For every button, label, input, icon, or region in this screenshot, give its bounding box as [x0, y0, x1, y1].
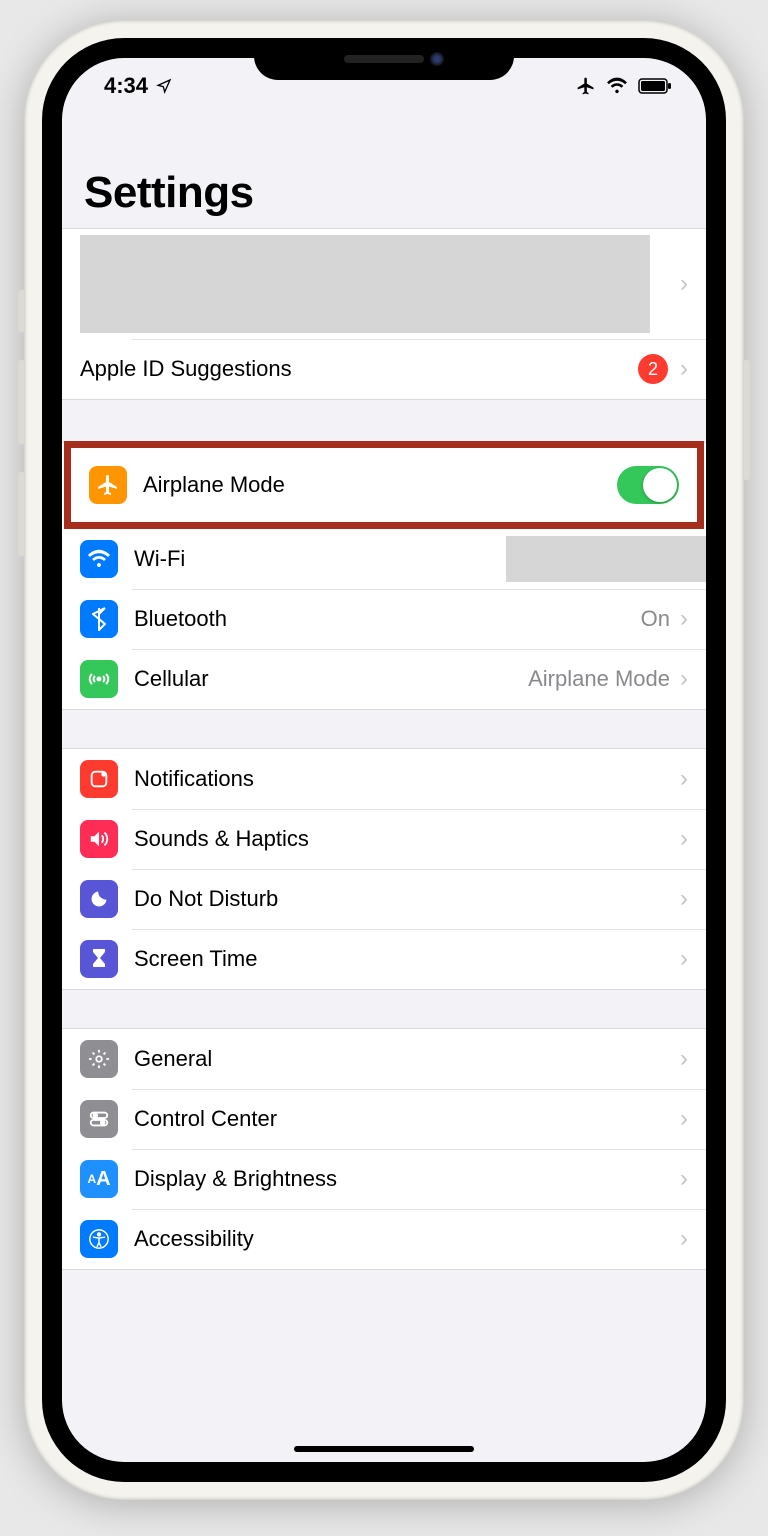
system-group: General › Control Center › AA Display & …: [62, 1028, 706, 1270]
accessibility-icon: [80, 1220, 118, 1258]
sounds-icon: [80, 820, 118, 858]
chevron-icon: ›: [680, 270, 688, 298]
profile-row[interactable]: ›: [62, 229, 706, 339]
chevron-icon: ›: [680, 605, 688, 633]
cellular-row[interactable]: Cellular Airplane Mode ›: [62, 649, 706, 709]
location-arrow-icon: [156, 78, 172, 94]
airplane-toggle[interactable]: [617, 466, 679, 504]
chevron-icon: ›: [680, 355, 688, 383]
chevron-icon: ›: [680, 1045, 688, 1073]
wifi-icon: [80, 540, 118, 578]
dnd-row[interactable]: Do Not Disturb ›: [62, 869, 706, 929]
bluetooth-value: On: [641, 606, 670, 632]
bezel: 4:34 Setti: [42, 38, 726, 1482]
cellular-icon: [80, 660, 118, 698]
chevron-icon: ›: [680, 1165, 688, 1193]
airplane-label: Airplane Mode: [143, 472, 617, 498]
hourglass-icon: [80, 940, 118, 978]
wifi-row[interactable]: Wi-Fi: [62, 529, 706, 589]
accessibility-label: Accessibility: [134, 1226, 680, 1252]
alerts-group: Notifications › Sounds & Haptics › Do No…: [62, 748, 706, 990]
controlcenter-label: Control Center: [134, 1106, 680, 1132]
chevron-icon: ›: [680, 825, 688, 853]
chevron-icon: ›: [680, 1225, 688, 1253]
airplane-mode-row[interactable]: Airplane Mode: [71, 448, 697, 522]
chevron-icon: ›: [680, 665, 688, 693]
chevron-icon: ›: [680, 885, 688, 913]
bluetooth-row[interactable]: Bluetooth On ›: [62, 589, 706, 649]
device-frame: 4:34 Setti: [24, 20, 744, 1500]
cellular-label: Cellular: [134, 666, 528, 692]
page-header: Settings: [62, 114, 706, 228]
wifi-label: Wi-Fi: [134, 546, 506, 572]
status-time: 4:34: [104, 73, 148, 99]
chevron-icon: ›: [680, 1105, 688, 1133]
text-size-icon: AA: [80, 1160, 118, 1198]
sounds-row[interactable]: Sounds & Haptics ›: [62, 809, 706, 869]
home-indicator[interactable]: [294, 1446, 474, 1452]
bluetooth-label: Bluetooth: [134, 606, 641, 632]
connectivity-group: Airplane Mode Wi-Fi Bluetooth: [62, 442, 706, 710]
switches-icon: [80, 1100, 118, 1138]
redacted-wifi-value: [506, 536, 706, 582]
badge-count: 2: [638, 354, 668, 384]
general-label: General: [134, 1046, 680, 1072]
airplane-status-icon: [576, 76, 596, 96]
airplane-icon: [89, 466, 127, 504]
wifi-status-icon: [606, 77, 628, 95]
sounds-label: Sounds & Haptics: [134, 826, 680, 852]
screentime-label: Screen Time: [134, 946, 680, 972]
page-title: Settings: [84, 168, 684, 218]
chevron-icon: ›: [680, 765, 688, 793]
account-group: › Apple ID Suggestions 2 ›: [62, 228, 706, 400]
general-row[interactable]: General ›: [62, 1029, 706, 1089]
display-row[interactable]: AA Display & Brightness ›: [62, 1149, 706, 1209]
control-center-row[interactable]: Control Center ›: [62, 1089, 706, 1149]
bluetooth-icon: [80, 600, 118, 638]
accessibility-row[interactable]: Accessibility ›: [62, 1209, 706, 1269]
notifications-row[interactable]: Notifications ›: [62, 749, 706, 809]
cellular-value: Airplane Mode: [528, 666, 670, 692]
chevron-icon: ›: [680, 945, 688, 973]
notifications-icon: [80, 760, 118, 798]
display-label: Display & Brightness: [134, 1166, 680, 1192]
dnd-label: Do Not Disturb: [134, 886, 680, 912]
screentime-row[interactable]: Screen Time ›: [62, 929, 706, 989]
highlight-box: Airplane Mode: [64, 441, 704, 529]
gear-icon: [80, 1040, 118, 1078]
screen: 4:34 Setti: [62, 58, 706, 1462]
apple-id-label: Apple ID Suggestions: [80, 356, 638, 382]
notch: [254, 38, 514, 80]
battery-status-icon: [638, 78, 672, 94]
moon-icon: [80, 880, 118, 918]
apple-id-suggestions-row[interactable]: Apple ID Suggestions 2 ›: [62, 339, 706, 399]
redacted-profile: [80, 235, 650, 333]
notifications-label: Notifications: [134, 766, 680, 792]
